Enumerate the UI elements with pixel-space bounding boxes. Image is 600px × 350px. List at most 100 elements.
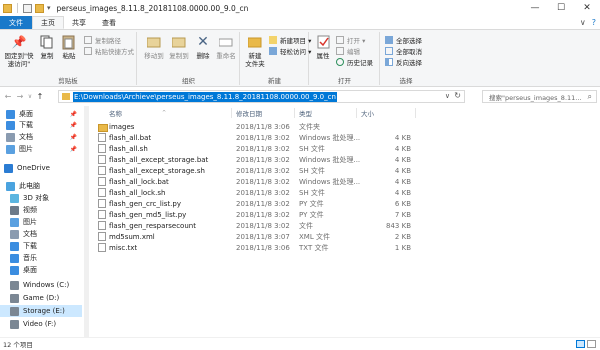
sidebar-item[interactable]: OneDrive bbox=[0, 162, 82, 174]
select-none-button[interactable]: 全部取消 bbox=[385, 46, 422, 56]
close-button[interactable]: ✕ bbox=[574, 0, 600, 16]
up-button[interactable]: ↑ bbox=[34, 92, 46, 101]
copy-path-label: 复制路径 bbox=[95, 37, 121, 45]
sidebar-item[interactable]: Storage (E:) bbox=[0, 305, 82, 317]
select-all-button[interactable]: 全部选择 bbox=[385, 35, 422, 45]
tab-view[interactable]: 查看 bbox=[94, 16, 124, 29]
file-row[interactable]: flash_gen_resparsecount 2018/11/8 3:02 文件 8… bbox=[90, 221, 600, 232]
file-row[interactable]: flash_all_except_storage.sh 2018/11/8 3:0… bbox=[90, 166, 600, 177]
tab-home[interactable]: 主页 bbox=[32, 16, 64, 29]
easy-access-button[interactable]: 轻松访问 ▾ bbox=[269, 46, 311, 56]
sidebar-item[interactable]: Video (F:) bbox=[0, 318, 82, 330]
invert-selection-button[interactable]: 反向选择 bbox=[385, 57, 422, 67]
easy-access-label: 轻松访问 ▾ bbox=[280, 48, 312, 56]
sidebar-item[interactable]: 视频 bbox=[0, 204, 82, 216]
sidebar-item-label: Storage (E:) bbox=[23, 307, 65, 315]
pictures-icon bbox=[10, 217, 19, 227]
customize-quick-access-icon[interactable]: ▾ bbox=[47, 4, 51, 12]
expand-ribbon-icon[interactable]: ∨ bbox=[580, 18, 586, 27]
large-icons-view-icon[interactable] bbox=[587, 340, 596, 348]
file-row[interactable]: flash_all_except_storage.bat 2018/11/8 3:… bbox=[90, 155, 600, 166]
sidebar-item[interactable]: 音乐 bbox=[0, 252, 82, 264]
pin-to-quick-access-button[interactable]: 📌 固定到"快 速访问" bbox=[4, 34, 34, 68]
pin-icon[interactable]: 📌 bbox=[70, 122, 77, 129]
file-size: 4 KB bbox=[394, 134, 411, 142]
paste-shortcut-button[interactable]: 粘贴快捷方式 bbox=[84, 46, 134, 56]
file-row[interactable]: flash_all_lock.bat 2018/11/8 3:02 Windows … bbox=[90, 177, 600, 188]
sidebar-item[interactable]: 文档 📌 bbox=[0, 131, 82, 143]
file-row[interactable]: flash_all.bat 2018/11/8 3:02 Windows 批处理..… bbox=[90, 133, 600, 144]
ribbon: 📌 固定到"快 速访问" 复制 粘贴 复制路径 粘贴快捷方式 剪切 剪贴板 移动… bbox=[0, 30, 600, 87]
tab-file[interactable]: 文件 bbox=[0, 16, 32, 29]
new-folder-label: 新建 文件夹 bbox=[245, 52, 265, 68]
back-button[interactable]: ← bbox=[2, 92, 14, 101]
open-group-label: 打开 bbox=[338, 77, 351, 85]
open-button[interactable]: 打开 ▾ bbox=[336, 35, 365, 45]
pin-icon[interactable]: 📌 bbox=[70, 134, 77, 141]
file-list: 名称 ^ 修改日期 类型 大小 images 2018/11/8 3:06 文件夹 f… bbox=[90, 106, 600, 337]
file-row[interactable]: flash_all_lock.sh 2018/11/8 3:02 SH 文件 4 KB bbox=[90, 188, 600, 199]
move-to-button[interactable]: 移动到 bbox=[143, 34, 165, 60]
refresh-icon[interactable]: ↻ bbox=[454, 91, 461, 100]
file-row[interactable]: md5sum.xml 2018/11/8 3:07 XML 文件 2 KB bbox=[90, 232, 600, 243]
sidebar-item[interactable]: 图片 📌 bbox=[0, 143, 82, 155]
column-divider[interactable] bbox=[415, 108, 416, 118]
pin-icon[interactable]: 📌 bbox=[70, 146, 77, 153]
new-folder-button[interactable]: 新建 文件夹 bbox=[244, 34, 266, 68]
chevron-down-icon[interactable]: ∨ bbox=[445, 92, 450, 100]
forward-button[interactable]: → bbox=[14, 92, 26, 101]
details-view-icon[interactable] bbox=[576, 340, 585, 348]
history-button[interactable]: 历史记录 bbox=[336, 57, 373, 67]
properties-button[interactable]: 属性 bbox=[314, 34, 332, 60]
copy-to-button[interactable]: 复制到 bbox=[168, 34, 190, 60]
sidebar-item[interactable]: 下载 📌 bbox=[0, 119, 82, 131]
maximize-button[interactable]: ☐ bbox=[548, 0, 574, 16]
rename-button[interactable]: 重命名 bbox=[215, 34, 237, 60]
recent-locations-button[interactable]: ∨ bbox=[26, 93, 34, 100]
sidebar-item[interactable]: 文档 bbox=[0, 228, 82, 240]
file-row[interactable]: images 2018/11/8 3:06 文件夹 bbox=[90, 122, 600, 133]
sidebar-item[interactable]: 下载 bbox=[0, 240, 82, 252]
file-name: flash_all_lock.bat bbox=[109, 178, 169, 186]
sidebar-item[interactable]: 图片 bbox=[0, 216, 82, 228]
help-icon[interactable]: ? bbox=[592, 18, 596, 27]
file-row[interactable]: flash_all.sh 2018/11/8 3:02 SH 文件 4 KB bbox=[90, 144, 600, 155]
search-input[interactable]: 搜索"perseus_images_8.11... ⌕ bbox=[482, 90, 597, 103]
column-divider[interactable] bbox=[231, 108, 232, 118]
new-item-icon bbox=[269, 36, 277, 44]
column-header-type[interactable]: 类型 bbox=[299, 106, 312, 120]
column-divider[interactable] bbox=[356, 108, 357, 118]
navigation-scrollbar[interactable] bbox=[84, 106, 89, 337]
sidebar-item[interactable]: 3D 对象 bbox=[0, 192, 82, 204]
quick-access-toolbar: ▾ bbox=[0, 0, 51, 16]
address-input[interactable]: E:\Downloads\Archieve\perseus_images_8.1… bbox=[58, 90, 465, 103]
column-header-date[interactable]: 修改日期 bbox=[236, 106, 262, 120]
sidebar-item[interactable]: Windows (C:) bbox=[0, 279, 82, 291]
copy-path-button[interactable]: 复制路径 bbox=[84, 35, 121, 45]
file-row[interactable]: misc.txt 2018/11/8 3:06 TXT 文件 1 KB bbox=[90, 243, 600, 254]
sidebar-item[interactable]: 桌面 bbox=[0, 264, 82, 276]
column-divider[interactable] bbox=[294, 108, 295, 118]
file-type: 文件 bbox=[299, 222, 313, 230]
copy-button[interactable]: 复制 bbox=[38, 34, 56, 60]
copy-to-icon bbox=[171, 34, 187, 50]
new-item-button[interactable]: 新建项目 ▾ bbox=[269, 35, 311, 45]
tab-share[interactable]: 共享 bbox=[64, 16, 94, 29]
file-row[interactable]: flash_gen_md5_list.py 2018/11/8 3:02 PY 文件… bbox=[90, 210, 600, 221]
open-label: 打开 ▾ bbox=[347, 37, 366, 45]
edit-button[interactable]: 编辑 bbox=[336, 46, 360, 56]
pictures-icon bbox=[6, 144, 15, 154]
sidebar-item[interactable]: Game (D:) bbox=[0, 292, 82, 304]
sort-arrow-icon: ^ bbox=[162, 110, 167, 116]
delete-button[interactable]: ✕ 删除 bbox=[194, 34, 212, 60]
column-header-name[interactable]: 名称 bbox=[109, 106, 122, 120]
column-header-size[interactable]: 大小 bbox=[361, 106, 374, 120]
properties-quick-icon[interactable] bbox=[23, 3, 32, 13]
minimize-button[interactable]: — bbox=[522, 0, 548, 16]
file-row[interactable]: flash_gen_crc_list.py 2018/11/8 3:02 PY 文件… bbox=[90, 199, 600, 210]
paste-button[interactable]: 粘贴 bbox=[60, 34, 78, 60]
new-folder-quick-icon[interactable] bbox=[35, 3, 44, 13]
sidebar-item[interactable]: 此电脑 bbox=[0, 180, 82, 192]
pin-icon[interactable]: 📌 bbox=[70, 111, 77, 118]
title-bar: ▾ perseus_images_8.11.8_20181108.0000.00… bbox=[0, 0, 600, 16]
